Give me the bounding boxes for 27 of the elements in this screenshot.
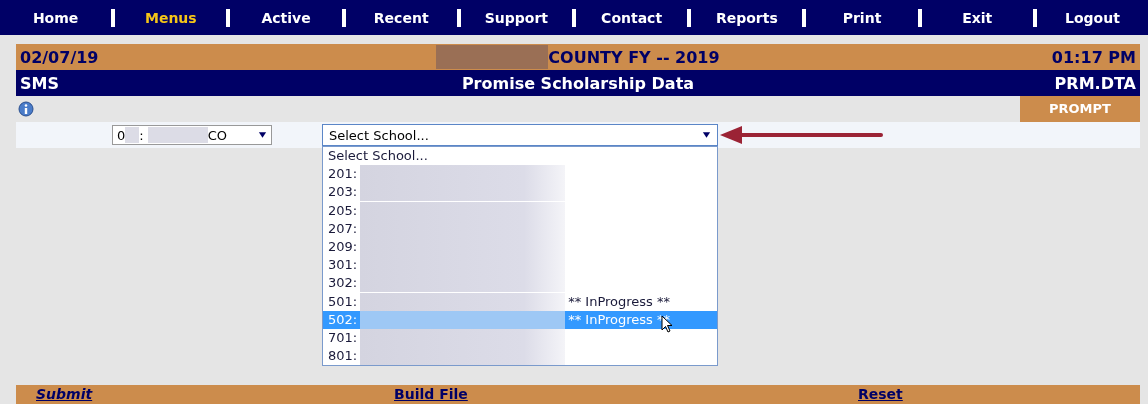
nav-link[interactable]: Logout xyxy=(1032,8,1148,27)
date-text: 02/07/19 xyxy=(20,47,100,67)
nav-link[interactable]: Menus xyxy=(111,8,227,27)
school-option[interactable]: Select School... xyxy=(323,147,717,166)
page-title: Promise Scholarship Data xyxy=(461,73,695,93)
footer-link[interactable]: Build File xyxy=(394,385,468,404)
nav-link[interactable]: Support xyxy=(456,8,572,27)
footer-link[interactable]: Submit xyxy=(36,385,93,404)
county-title: COUNTY FY -- 2019 xyxy=(548,47,720,67)
program-code: PRM.DTA xyxy=(1053,73,1136,93)
school-select[interactable]: Select School... xyxy=(322,124,718,146)
info-icon[interactable] xyxy=(18,101,34,117)
nav-link[interactable]: Print xyxy=(802,8,918,27)
prompt-label: PROMPT xyxy=(1020,96,1140,122)
nav-link[interactable]: Home xyxy=(0,8,112,27)
nav-link[interactable]: Reports xyxy=(687,8,803,27)
nav-link[interactable]: Contact xyxy=(572,8,688,27)
system-text: SMS xyxy=(20,73,60,93)
time-text: 01:17 PM xyxy=(1050,47,1136,67)
county-select[interactable]: 0 : CO xyxy=(112,125,272,145)
school-option[interactable]: 209: xyxy=(323,237,717,257)
nav-link[interactable]: Recent xyxy=(341,8,457,27)
nav-link[interactable]: Active xyxy=(226,8,342,27)
caret-icon xyxy=(258,131,267,139)
footer-link[interactable]: Reset xyxy=(858,385,903,404)
nav-link[interactable]: Exit xyxy=(917,8,1033,27)
caret-icon xyxy=(702,131,711,139)
